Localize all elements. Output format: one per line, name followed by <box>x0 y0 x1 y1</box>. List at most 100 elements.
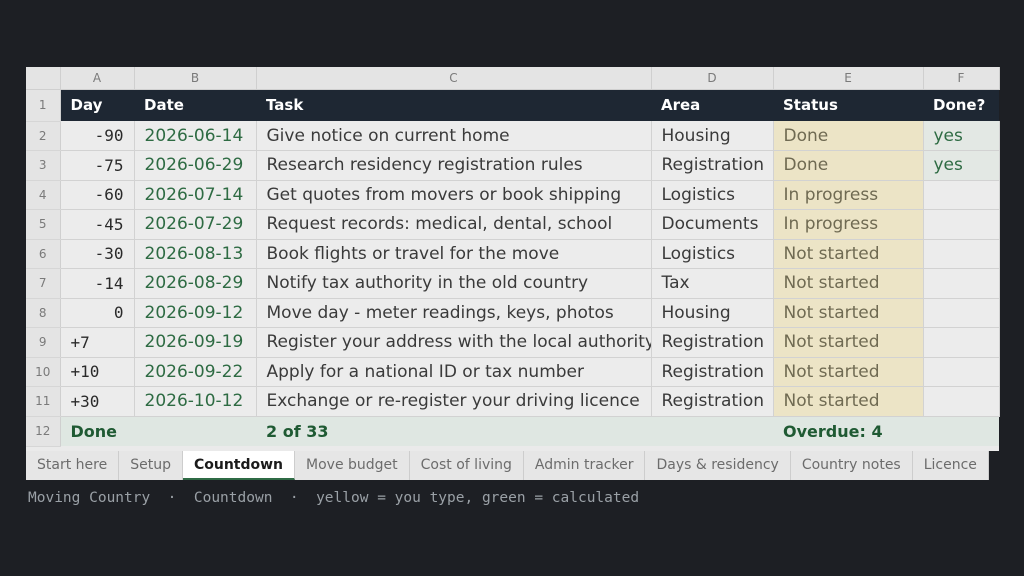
cell-area[interactable]: Registration <box>651 327 774 358</box>
row-number[interactable]: 7 <box>26 268 61 299</box>
cell-task[interactable]: Get quotes from movers or book shipping <box>256 180 652 210</box>
cell-status[interactable]: Not started <box>773 298 924 328</box>
cell-status[interactable]: Done <box>773 150 924 181</box>
cell-date[interactable]: 2026-08-29 <box>134 268 257 299</box>
cell-date[interactable]: 2026-06-14 <box>134 121 257 151</box>
cell-done[interactable]: yes <box>923 150 1000 181</box>
cell-date[interactable]: 2026-09-12 <box>134 298 257 328</box>
cell-task[interactable]: Notify tax authority in the old country <box>256 268 652 299</box>
cell-day[interactable]: -90 <box>60 121 135 151</box>
cell-status[interactable]: Not started <box>773 239 924 269</box>
total-count[interactable]: 2 of 33 <box>256 415 773 446</box>
row-number[interactable]: 11 <box>26 386 61 417</box>
row-number[interactable]: 3 <box>26 150 61 181</box>
cell-day[interactable]: 0 <box>60 298 135 328</box>
cell-task[interactable]: Register your address with the local aut… <box>256 327 652 358</box>
cell-done[interactable] <box>923 327 1000 358</box>
cell-area[interactable]: Registration <box>651 150 774 181</box>
cell-area[interactable]: Registration <box>651 386 774 417</box>
column-header-c[interactable]: C <box>256 67 652 90</box>
column-header-e[interactable]: E <box>773 67 924 90</box>
row-number[interactable]: 2 <box>26 121 61 151</box>
total-label[interactable]: Done <box>60 415 256 446</box>
cell-status[interactable]: Not started <box>773 327 924 358</box>
row-number[interactable]: 10 <box>26 357 61 387</box>
cell-status[interactable]: Not started <box>773 268 924 299</box>
cell-date[interactable]: 2026-09-19 <box>134 327 257 358</box>
row-number[interactable]: 12 <box>26 416 61 447</box>
column-header-d[interactable]: D <box>651 67 774 90</box>
row-number[interactable]: 5 <box>26 209 61 240</box>
row-number[interactable]: 6 <box>26 239 61 269</box>
cell-day[interactable]: -45 <box>60 209 135 240</box>
cell-done[interactable] <box>923 239 1000 269</box>
cell-status[interactable]: In progress <box>773 209 924 240</box>
cell-task[interactable]: Move day - meter readings, keys, photos <box>256 298 652 328</box>
sheet-tab-start-here[interactable]: Start here <box>26 451 120 480</box>
cell-status[interactable]: Done <box>773 121 924 151</box>
sheet-tab-move-budget[interactable]: Move budget <box>295 451 410 480</box>
cell-date[interactable]: 2026-07-14 <box>134 180 257 210</box>
cell-area[interactable]: Housing <box>651 121 774 151</box>
sheet-tab-cost-of-living[interactable]: Cost of living <box>409 451 524 480</box>
cell-area[interactable]: Housing <box>651 298 774 328</box>
cell-area[interactable]: Registration <box>651 357 774 387</box>
cell-done[interactable] <box>923 357 1000 387</box>
cell-task[interactable]: Apply for a national ID or tax number <box>256 357 652 387</box>
sheet-tab-licence[interactable]: Licence <box>912 451 989 480</box>
sheet-tab-countdown[interactable]: Countdown <box>182 451 296 480</box>
cell-area[interactable]: Logistics <box>651 239 774 269</box>
cell-task[interactable]: Research residency registration rules <box>256 150 652 181</box>
cell-day[interactable]: -30 <box>60 239 135 269</box>
select-all-corner[interactable] <box>26 67 61 90</box>
cell-done[interactable]: yes <box>923 121 1000 151</box>
cell-status[interactable]: Not started <box>773 357 924 387</box>
row-number[interactable]: 1 <box>26 89 61 122</box>
header-area[interactable]: Area <box>651 89 773 121</box>
header-date[interactable]: Date <box>134 89 256 121</box>
column-header-f[interactable]: F <box>923 67 1000 90</box>
sheet-tab-setup[interactable]: Setup <box>119 451 183 480</box>
sheet-tab-days-residency[interactable]: Days & residency <box>645 451 791 480</box>
cell-date[interactable]: 2026-08-13 <box>134 239 257 269</box>
cell-task[interactable]: Exchange or re-register your driving lic… <box>256 386 652 417</box>
cell-done[interactable] <box>923 180 1000 210</box>
cell-day[interactable]: +10 <box>60 357 135 387</box>
cell-status[interactable]: In progress <box>773 180 924 210</box>
cell-done[interactable] <box>923 386 1000 417</box>
cell-area[interactable]: Tax <box>651 268 774 299</box>
cell-day[interactable]: +30 <box>60 386 135 417</box>
column-header-b[interactable]: B <box>134 67 257 90</box>
cell-date[interactable]: 2026-10-12 <box>134 386 257 417</box>
table-row: 7 -14 2026-08-29 Notify tax authority in th… <box>26 268 1000 299</box>
row-number[interactable]: 9 <box>26 327 61 358</box>
cell-day[interactable]: -14 <box>60 268 135 299</box>
cell-date[interactable]: 2026-06-29 <box>134 150 257 181</box>
header-status[interactable]: Status <box>773 89 923 121</box>
cell-done[interactable] <box>923 298 1000 328</box>
header-done[interactable]: Done? <box>923 89 999 121</box>
cell-day[interactable]: -60 <box>60 180 135 210</box>
table-row: 8 0 2026-09-12 Move day - meter readings, k… <box>26 298 1000 328</box>
row-number[interactable]: 4 <box>26 180 61 210</box>
cell-day[interactable]: +7 <box>60 327 135 358</box>
cell-area[interactable]: Logistics <box>651 180 774 210</box>
cell-area[interactable]: Documents <box>651 209 774 240</box>
cell-done[interactable] <box>923 268 1000 299</box>
cell-status[interactable]: Not started <box>773 386 924 417</box>
row-number[interactable]: 8 <box>26 298 61 328</box>
sheet-tab-admin-tracker[interactable]: Admin tracker <box>523 451 646 480</box>
header-task[interactable]: Task <box>256 89 651 121</box>
cell-task[interactable]: Book flights or travel for the move <box>256 239 652 269</box>
cell-date[interactable]: 2026-09-22 <box>134 357 257 387</box>
sheet-tab-country-notes[interactable]: Country notes <box>790 451 913 480</box>
cell-done[interactable] <box>923 209 1000 240</box>
cell-task[interactable]: Give notice on current home <box>256 121 652 151</box>
total-overdue[interactable]: Overdue: 4 <box>773 415 999 446</box>
cell-date[interactable]: 2026-07-29 <box>134 209 257 240</box>
table-row: 3 -75 2026-06-29 Research residency registr… <box>26 150 1000 181</box>
cell-task[interactable]: Request records: medical, dental, school <box>256 209 652 240</box>
cell-day[interactable]: -75 <box>60 150 135 181</box>
header-day[interactable]: Day <box>60 89 134 121</box>
column-header-a[interactable]: A <box>60 67 135 90</box>
